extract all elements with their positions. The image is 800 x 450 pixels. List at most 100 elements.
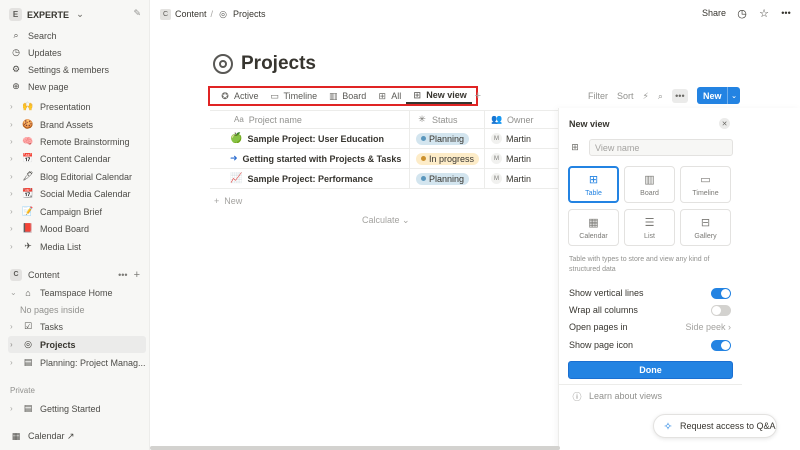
board-icon: ▥ <box>644 174 655 186</box>
chevron-right-icon[interactable]: › <box>10 224 16 233</box>
more-icon[interactable]: ••• <box>118 270 127 280</box>
star-icon[interactable]: ☆ <box>758 7 770 20</box>
option-open-pages-in[interactable]: Open pages in Side peek › <box>569 320 731 334</box>
sidebar-page-presentation[interactable]: › 🙌 Presentation <box>8 98 146 115</box>
sidebar-page-content-calendar[interactable]: › 📅 Content Calendar <box>8 150 146 167</box>
search-icon[interactable]: ⌕ <box>658 91 663 102</box>
sort-button[interactable]: Sort <box>617 91 634 101</box>
table-row[interactable]: 🍏 Sample Project: User Education Plannin… <box>210 129 560 149</box>
owner-name[interactable]: Martin <box>506 154 531 164</box>
column-header-name[interactable]: Aa Project name <box>210 111 410 128</box>
tab-board[interactable]: ▥ Board <box>322 88 371 104</box>
chevron-right-icon[interactable]: › <box>10 322 16 331</box>
sidebar-item-search[interactable]: ⌕ Search <box>8 27 146 44</box>
table-row[interactable]: 📈 Sample Project: Performance Planning M… <box>210 169 560 189</box>
automation-bolt-icon[interactable]: ⚡ <box>643 91 649 102</box>
chevron-right-icon[interactable]: › <box>10 137 16 146</box>
breadcrumb-projects[interactable]: Projects <box>233 9 266 19</box>
request-qa-button[interactable]: ✧ Request access to Q&A <box>653 414 777 438</box>
chevron-right-icon[interactable]: › <box>10 207 16 216</box>
target-icon[interactable] <box>213 54 233 74</box>
sidebar-page-campaign-brief[interactable]: › 📝 Campaign Brief <box>8 203 146 220</box>
project-name[interactable]: Getting started with Projects & Tasks <box>243 154 402 164</box>
layout-table[interactable]: ⊞ Table <box>568 166 619 203</box>
calculate-button[interactable]: Calculate ⌄ <box>362 215 410 226</box>
layout-calendar[interactable]: ▦ Calendar <box>568 209 619 246</box>
wrap-columns-toggle[interactable] <box>711 304 731 316</box>
sidebar-page-media-list[interactable]: › ✈ Media List <box>8 238 146 255</box>
filter-button[interactable]: Filter <box>588 91 608 101</box>
sidebar-item-teamspace-home[interactable]: ⌄ ⌂ Teamspace Home <box>8 284 146 301</box>
page-title[interactable]: Projects <box>241 53 316 75</box>
horizontal-scrollbar[interactable] <box>150 446 560 450</box>
layout-timeline[interactable]: ▭ Timeline <box>680 166 731 203</box>
sparkle-icon: ✧ <box>663 420 673 433</box>
close-icon[interactable]: ✕ <box>719 118 730 129</box>
document-icon: ▤ <box>23 357 33 367</box>
status-badge[interactable]: In progress <box>416 152 480 165</box>
tab-active[interactable]: ✪ Active <box>214 88 264 104</box>
sidebar-page-mood-board[interactable]: › 📕 Mood Board <box>8 220 146 237</box>
sidebar-item-calendar[interactable]: ▦ Calendar ↗ <box>8 428 146 445</box>
sidebar-item-tasks[interactable]: › ☑ Tasks <box>8 318 146 335</box>
vertical-lines-toggle[interactable] <box>711 287 731 299</box>
chevron-right-icon[interactable]: › <box>10 358 16 367</box>
tab-timeline[interactable]: ▭ Timeline <box>264 88 323 104</box>
chevron-right-icon[interactable]: › <box>10 172 16 181</box>
workspace-switcher[interactable]: E EXPERTE ⌄ <box>9 8 86 21</box>
chevron-down-icon[interactable]: ⌄ <box>10 288 17 297</box>
new-row-button[interactable]: + New <box>214 196 242 206</box>
sidebar-page-blog-editorial-calendar[interactable]: › 🖋 Blog Editorial Calendar <box>8 168 146 185</box>
page-icon-toggle[interactable] <box>711 339 731 351</box>
table-icon: ⊞ <box>588 174 599 186</box>
column-header-status[interactable]: ✳ Status <box>410 111 485 128</box>
sidebar-page-social-media-calendar[interactable]: › 📆 Social Media Calendar <box>8 185 146 202</box>
sidebar-item-new-page[interactable]: ⊕ New page <box>8 78 146 95</box>
done-button[interactable]: Done <box>568 361 733 379</box>
chevron-right-icon[interactable]: › <box>10 189 16 198</box>
table-icon[interactable]: ⊞ <box>569 142 581 154</box>
chevron-right-icon[interactable]: › <box>10 154 16 163</box>
tab-new-view[interactable]: ⊞ New view <box>406 88 472 104</box>
chevron-right-icon[interactable]: › <box>10 404 16 413</box>
layout-gallery[interactable]: ⊟ Gallery <box>680 209 731 246</box>
sidebar-item-projects[interactable]: › ◎ Projects <box>8 336 146 353</box>
clock-icon[interactable]: ◷ <box>736 7 748 20</box>
layout-board[interactable]: ▥ Board <box>624 166 675 203</box>
status-badge[interactable]: Planning <box>416 132 470 145</box>
chevron-right-icon[interactable]: › <box>10 340 16 349</box>
open-pages-value[interactable]: Side peek › <box>685 322 731 332</box>
chevron-down-icon[interactable]: ⌄ <box>727 87 740 104</box>
chevron-right-icon[interactable]: › <box>10 242 16 251</box>
owner-name[interactable]: Martin <box>506 174 531 184</box>
new-page-edit-icon[interactable]: ✎ <box>133 8 141 19</box>
chevron-right-icon[interactable]: › <box>10 102 16 111</box>
sidebar-item-planning[interactable]: › ▤ Planning: Project Manag... <box>8 354 146 371</box>
teamspace-header[interactable]: C Content ••• + <box>8 266 146 283</box>
learn-about-views-link[interactable]: ⓘ Learn about views <box>571 390 662 402</box>
layout-list[interactable]: ☰ List <box>624 209 675 246</box>
sidebar-item-updates[interactable]: ◷ Updates <box>8 44 146 61</box>
view-name-input[interactable] <box>589 139 733 156</box>
sidebar-item-settings[interactable]: ⚙ Settings & members <box>8 61 146 78</box>
status-badge[interactable]: Planning <box>416 172 470 185</box>
project-name[interactable]: Sample Project: Performance <box>247 174 373 184</box>
more-icon[interactable]: ••• <box>780 7 792 19</box>
share-button[interactable]: Share <box>702 8 726 18</box>
add-view-icon[interactable]: + <box>472 90 484 102</box>
owner-name[interactable]: Martin <box>506 134 531 144</box>
sidebar-page-brand-assets[interactable]: › 🍪 Brand Assets <box>8 116 146 133</box>
chevron-right-icon[interactable]: › <box>10 120 16 129</box>
breadcrumb-content[interactable]: Content <box>175 9 207 19</box>
new-button[interactable]: New ⌄ <box>697 87 740 104</box>
sidebar-page-remote-brainstorming[interactable]: › 🧠 Remote Brainstorming <box>8 133 146 150</box>
teamspace-label: Content <box>28 269 60 280</box>
column-header-owner[interactable]: 👥 Owner <box>485 111 560 128</box>
add-icon[interactable]: + <box>134 269 146 281</box>
more-options-button[interactable]: ••• <box>671 89 688 103</box>
table-row[interactable]: ➜ Getting started with Projects & Tasks … <box>210 149 560 169</box>
sidebar-item-getting-started[interactable]: › ▤ Getting Started <box>8 400 146 417</box>
tab-all[interactable]: ⊞ All <box>371 88 406 104</box>
new-button-label[interactable]: New <box>697 91 727 101</box>
project-name[interactable]: Sample Project: User Education <box>247 134 384 144</box>
